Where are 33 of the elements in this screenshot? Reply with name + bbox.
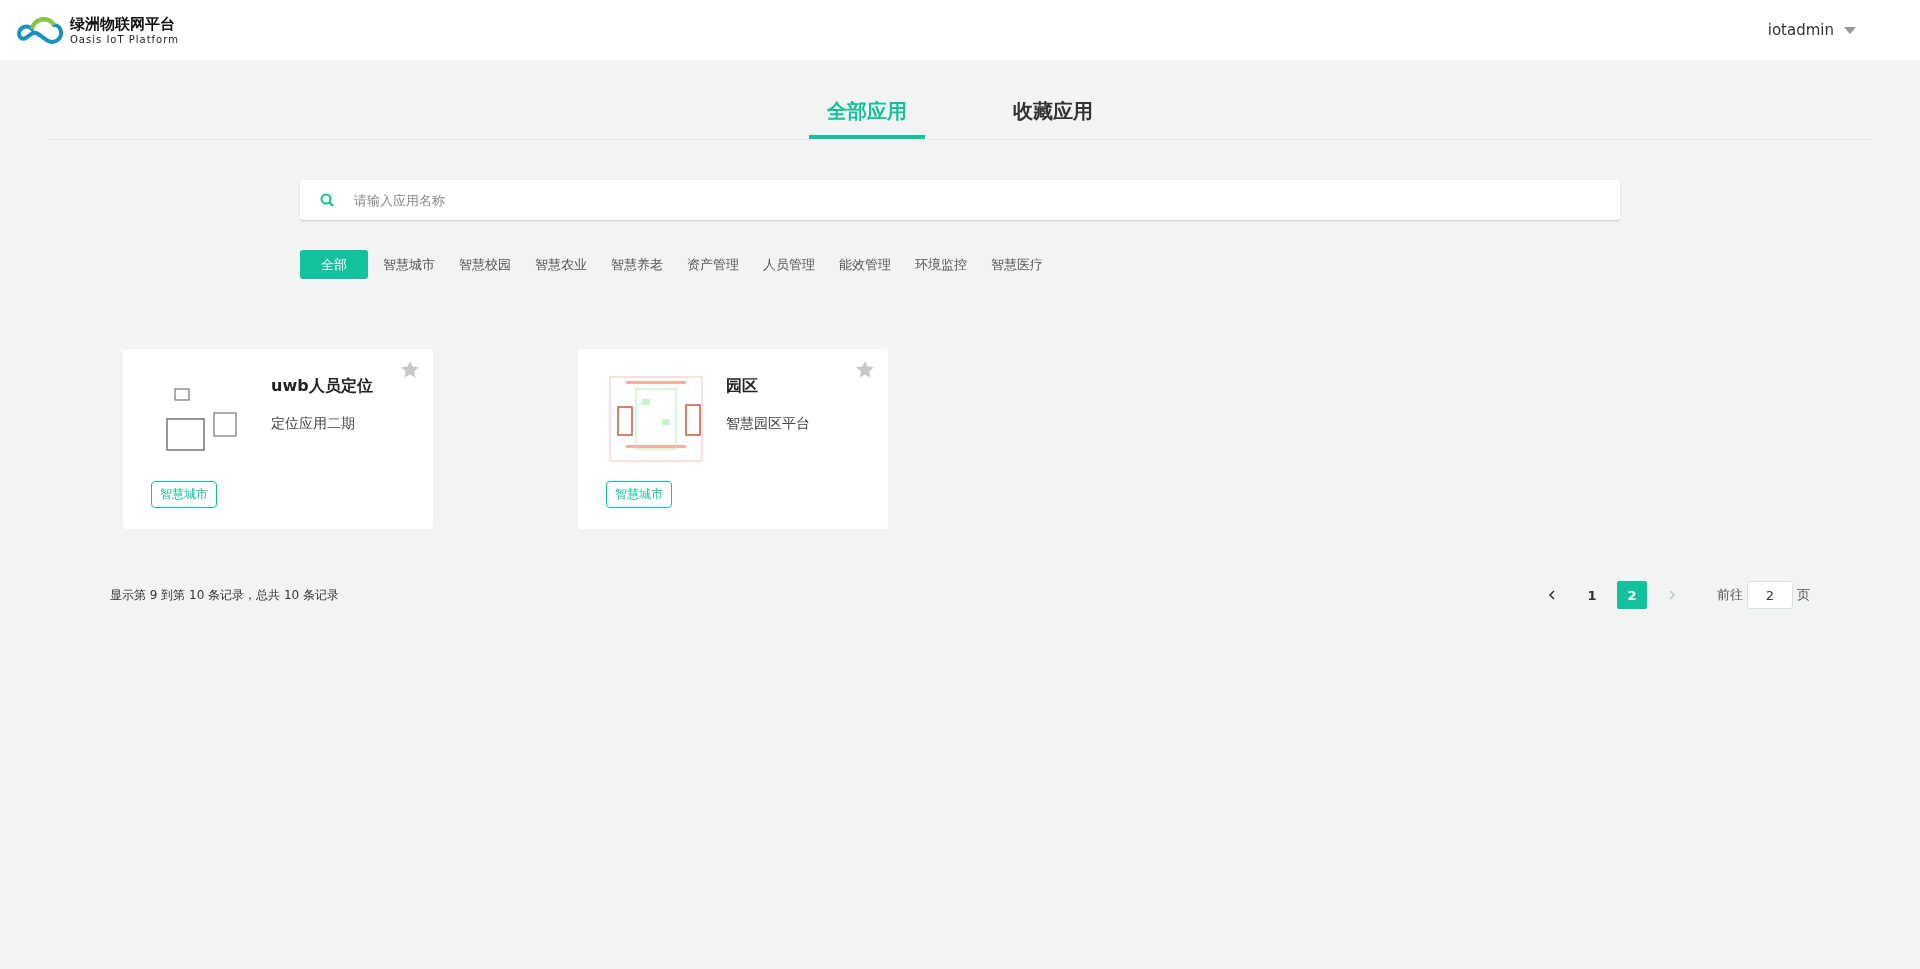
page-input[interactable]: 2 <box>1747 581 1793 609</box>
category-filter[interactable]: 人员管理 <box>754 250 824 279</box>
logo-subtitle: Oasis IoT Platform <box>70 32 179 46</box>
app-name: uwb人员定位 <box>271 376 373 397</box>
app-description: 智慧园区平台 <box>726 415 810 433</box>
category-filter[interactable]: 智慧农业 <box>526 250 596 279</box>
record-summary: 显示第 9 到第 10 条记录，总共 10 条记录 <box>110 586 340 604</box>
category-tag: 智慧城市 <box>606 481 672 508</box>
app-card[interactable]: 智慧城市 uwb人员定位 定位应用二期 <box>123 349 433 529</box>
category-filter[interactable]: 智慧校园 <box>450 250 520 279</box>
category-filter[interactable]: 智慧养老 <box>602 250 672 279</box>
app-description: 定位应用二期 <box>271 415 356 433</box>
chevron-left-icon <box>1548 590 1556 600</box>
user-menu[interactable]: iotadmin <box>1767 21 1834 39</box>
category-filter[interactable]: 环境监控 <box>906 250 976 279</box>
tab[interactable]: 收藏应用 <box>995 92 1111 139</box>
category-filter[interactable]: 资产管理 <box>678 250 748 279</box>
logo-title: 绿洲物联网平台 <box>70 14 176 33</box>
search-field[interactable]: 请输入应用名称 <box>300 180 1620 220</box>
star-icon[interactable] <box>856 361 874 378</box>
category-filter[interactable]: 能效管理 <box>830 250 900 279</box>
app-name: 园区 <box>726 376 759 397</box>
search-icon <box>320 193 334 207</box>
goto-label: 前往 <box>1717 586 1743 604</box>
chevron-right-icon <box>1668 590 1676 600</box>
category-tag: 智慧城市 <box>151 481 217 508</box>
star-icon[interactable] <box>401 361 419 378</box>
category-filter[interactable]: 智慧医疗 <box>982 250 1052 279</box>
app-card[interactable]: 智慧城市 园区 智慧园区平台 <box>578 349 888 529</box>
caret-icon[interactable] <box>1844 26 1856 34</box>
category-filter[interactable]: 智慧城市 <box>374 250 444 279</box>
page-number[interactable]: 1 <box>1577 581 1607 609</box>
page-unit: 页 <box>1797 586 1810 604</box>
